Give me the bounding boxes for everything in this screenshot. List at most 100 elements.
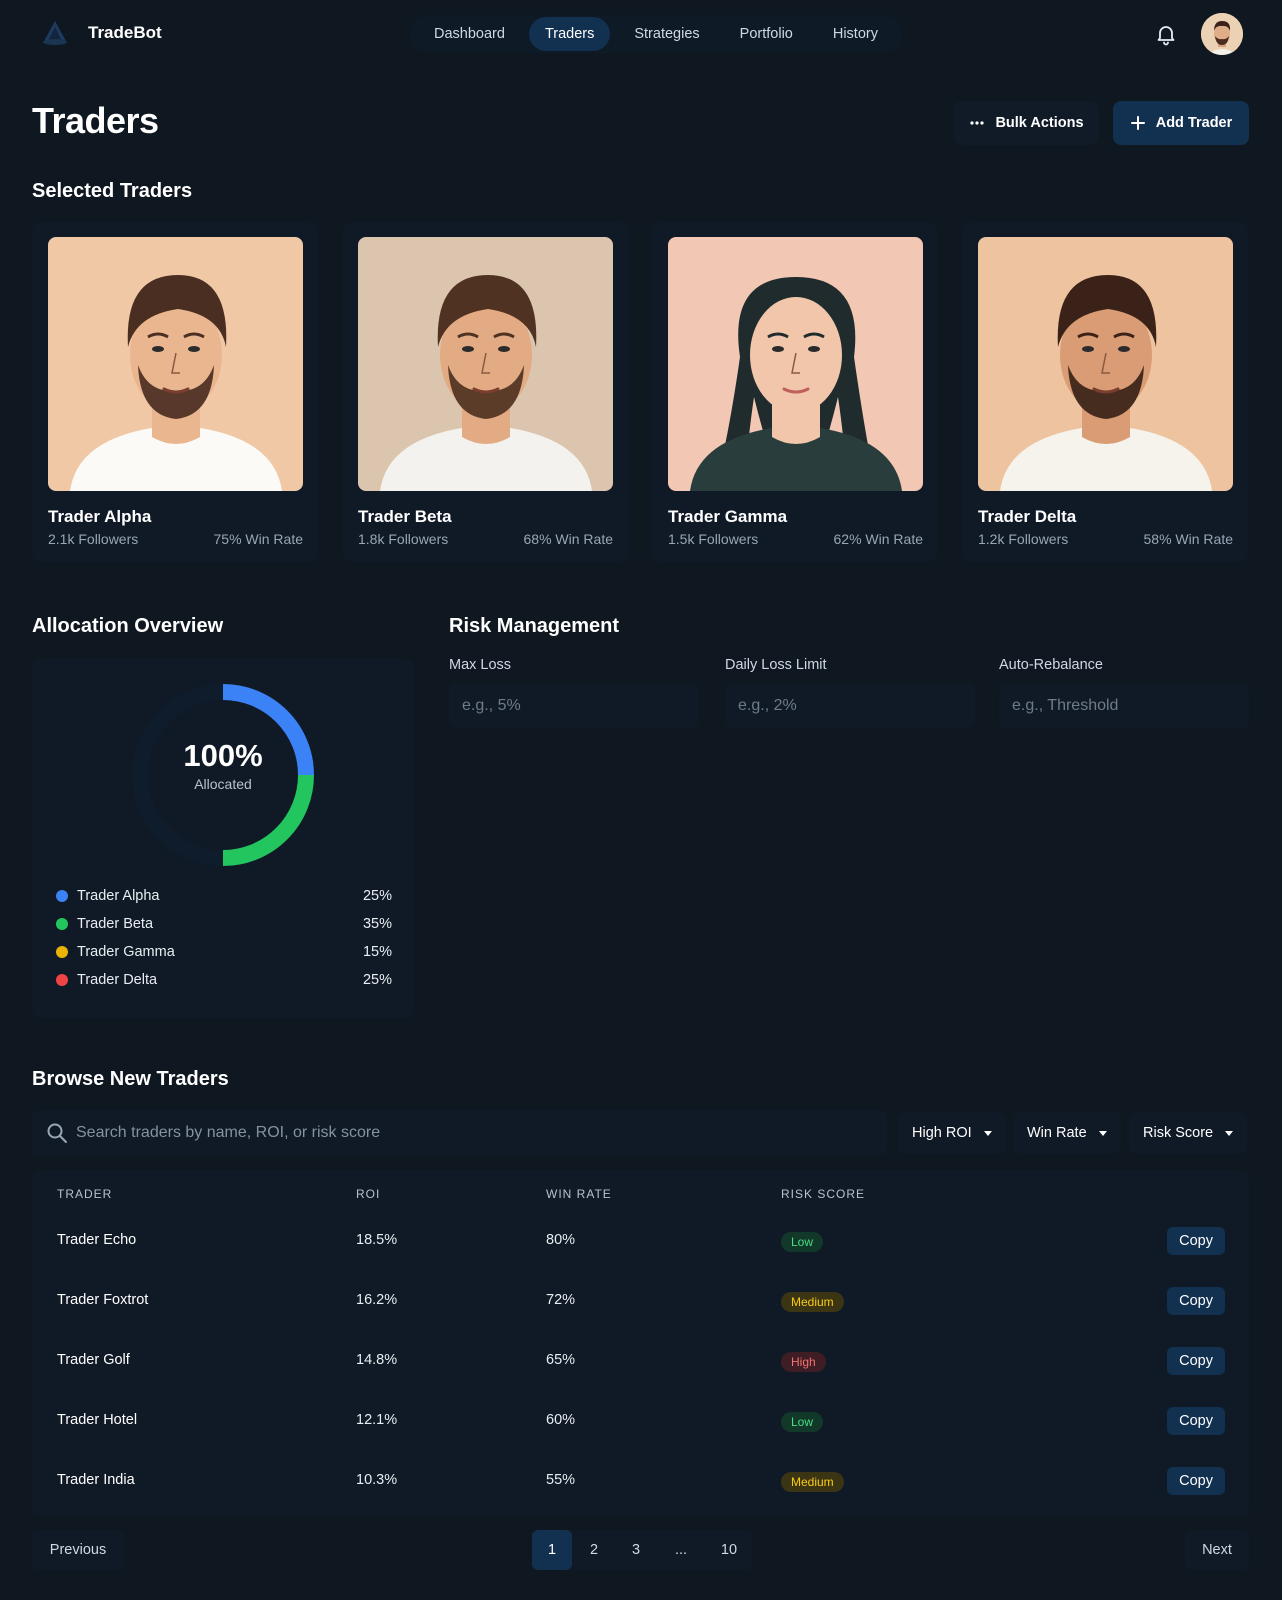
column-trader: TRADER bbox=[57, 1187, 113, 1201]
filter-risk-score[interactable]: Risk Score bbox=[1129, 1112, 1248, 1154]
roi-cell: 12.1% bbox=[356, 1412, 398, 1428]
legend-dot bbox=[56, 946, 68, 958]
nav-dashboard[interactable]: Dashboard bbox=[418, 17, 521, 51]
trader-win-rate: 75% Win Rate bbox=[213, 531, 303, 547]
column-roi: ROI bbox=[356, 1187, 381, 1201]
trader-card[interactable]: Trader Beta 1.8k Followers 68% Win Rate bbox=[342, 222, 628, 562]
page-2-button[interactable]: 2 bbox=[574, 1530, 614, 1570]
plus-icon bbox=[1130, 116, 1145, 130]
filter-win-rate-label: Win Rate bbox=[1027, 1125, 1087, 1141]
trader-card[interactable]: Trader Alpha 2.1k Followers 75% Win Rate bbox=[32, 222, 318, 562]
next-page-button[interactable]: Next bbox=[1185, 1530, 1249, 1570]
traders-table: TRADER ROI WIN RATE RISK SCORE Trader Ec… bbox=[32, 1170, 1249, 1516]
trader-portrait bbox=[978, 237, 1233, 491]
column-win-rate: WIN RATE bbox=[546, 1187, 612, 1201]
chevron-down-icon bbox=[983, 1130, 992, 1136]
risk-badge: High bbox=[781, 1352, 826, 1372]
search-input[interactable] bbox=[72, 1110, 872, 1156]
win-rate-cell: 80% bbox=[546, 1232, 576, 1248]
nav-strategies[interactable]: Strategies bbox=[618, 17, 715, 51]
copy-button[interactable]: Copy bbox=[1167, 1407, 1225, 1435]
trader-name-cell: Trader Foxtrot bbox=[57, 1292, 149, 1308]
trader-name: Trader Delta bbox=[978, 507, 1077, 526]
daily-loss-limit-label: Daily Loss Limit bbox=[725, 657, 827, 673]
copy-button[interactable]: Copy bbox=[1167, 1347, 1225, 1375]
filter-risk-score-label: Risk Score bbox=[1143, 1125, 1214, 1141]
trader-name-cell: Trader Echo bbox=[57, 1232, 137, 1248]
app-name: TradeBot bbox=[88, 23, 162, 42]
legend-value: 25% bbox=[362, 972, 392, 988]
win-rate-cell: 65% bbox=[546, 1352, 576, 1368]
daily-loss-limit-input[interactable] bbox=[725, 683, 975, 728]
page-3-button[interactable]: 3 bbox=[616, 1530, 656, 1570]
nav-history[interactable]: History bbox=[817, 17, 894, 51]
allocation-legend: Trader Alpha 25% Trader Beta 35% Trader … bbox=[56, 882, 392, 994]
legend-label: Trader Beta bbox=[77, 916, 154, 932]
legend-label: Trader Gamma bbox=[77, 944, 175, 960]
trader-portrait bbox=[358, 237, 613, 491]
search-icon bbox=[47, 1123, 67, 1143]
risk-badge: Medium bbox=[781, 1292, 844, 1312]
page-title: Traders bbox=[32, 100, 159, 141]
selected-traders-title: Selected Traders bbox=[32, 180, 193, 202]
risk-badge: Low bbox=[781, 1412, 824, 1432]
risk-badge: Low bbox=[781, 1232, 824, 1252]
legend-value: 25% bbox=[362, 888, 392, 904]
trader-card[interactable]: Trader Delta 1.2k Followers 58% Win Rate bbox=[962, 222, 1248, 562]
trader-followers: 2.1k Followers bbox=[48, 531, 139, 547]
roi-cell: 18.5% bbox=[356, 1232, 398, 1248]
user-avatar[interactable] bbox=[1201, 13, 1243, 55]
bell-icon[interactable] bbox=[1154, 22, 1178, 46]
table-row: Trader India 10.3% 55% Medium Copy bbox=[32, 1452, 1249, 1513]
trader-name: Trader Alpha bbox=[48, 507, 152, 526]
legend-label: Trader Delta bbox=[77, 972, 158, 988]
legend-label: Trader Alpha bbox=[77, 888, 160, 904]
filter-high-roi-label: High ROI bbox=[912, 1125, 972, 1141]
add-trader-label: Add Trader bbox=[1155, 115, 1233, 131]
triangle-logo-icon bbox=[43, 21, 67, 45]
chevron-down-icon bbox=[1098, 1130, 1107, 1136]
brand[interactable]: TradeBot bbox=[40, 18, 162, 48]
win-rate-cell: 55% bbox=[546, 1472, 576, 1488]
bulk-actions-button[interactable]: Bulk Actions bbox=[954, 101, 1099, 145]
trader-search bbox=[32, 1110, 887, 1156]
trader-win-rate: 58% Win Rate bbox=[1143, 531, 1233, 547]
legend-item: Trader Alpha 25% bbox=[56, 882, 392, 910]
trader-followers: 1.5k Followers bbox=[668, 531, 759, 547]
legend-dot bbox=[56, 918, 68, 930]
legend-dot bbox=[56, 890, 68, 902]
add-trader-button[interactable]: Add Trader bbox=[1113, 101, 1249, 145]
page-1-button[interactable]: 1 bbox=[532, 1530, 572, 1570]
win-rate-cell: 72% bbox=[546, 1292, 576, 1308]
auto-rebalance-input[interactable] bbox=[999, 683, 1249, 728]
bulk-actions-label: Bulk Actions bbox=[995, 115, 1084, 131]
max-loss-input[interactable] bbox=[449, 683, 699, 728]
page-10-button[interactable]: 10 bbox=[706, 1530, 752, 1570]
risk-management-title: Risk Management bbox=[449, 615, 620, 637]
nav-portfolio[interactable]: Portfolio bbox=[724, 17, 809, 51]
main-nav: Dashboard Traders Strategies Portfolio H… bbox=[410, 15, 902, 53]
filter-win-rate[interactable]: Win Rate bbox=[1013, 1112, 1121, 1154]
trader-name: Trader Beta bbox=[358, 507, 452, 526]
trader-followers: 1.8k Followers bbox=[358, 531, 449, 547]
allocation-total: 100% bbox=[183, 738, 263, 773]
roi-cell: 10.3% bbox=[356, 1472, 398, 1488]
chevron-down-icon bbox=[1225, 1130, 1234, 1136]
copy-button[interactable]: Copy bbox=[1167, 1287, 1225, 1315]
trader-followers: 1.2k Followers bbox=[978, 531, 1069, 547]
copy-button[interactable]: Copy bbox=[1167, 1227, 1225, 1255]
legend-item: Trader Gamma 15% bbox=[56, 938, 392, 966]
previous-page-button[interactable]: Previous bbox=[32, 1530, 124, 1570]
trader-card[interactable]: Trader Gamma 1.5k Followers 62% Win Rate bbox=[652, 222, 938, 562]
filter-high-roi[interactable]: High ROI bbox=[898, 1112, 1006, 1154]
column-risk-score: RISK SCORE bbox=[781, 1187, 866, 1201]
nav-traders[interactable]: Traders bbox=[528, 17, 611, 51]
donut-center: 100% Allocated bbox=[128, 738, 318, 792]
copy-button[interactable]: Copy bbox=[1167, 1467, 1225, 1495]
table-header: TRADER ROI WIN RATE RISK SCORE bbox=[32, 1170, 1249, 1212]
legend-item: Trader Delta 25% bbox=[56, 966, 392, 994]
trader-win-rate: 62% Win Rate bbox=[833, 531, 923, 547]
legend-value: 35% bbox=[362, 916, 392, 932]
allocation-overview-title: Allocation Overview bbox=[32, 615, 224, 637]
trader-portrait bbox=[668, 237, 923, 491]
